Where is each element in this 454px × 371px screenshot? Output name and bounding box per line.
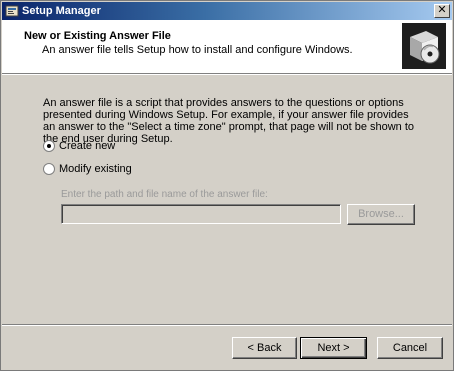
wizard-header: New or Existing Answer File An answer fi… [2,20,452,74]
page-subtitle: An answer file tells Setup how to instal… [42,44,353,56]
close-button[interactable]: ✕ [434,4,450,18]
description-text: An answer file is a script that provides… [43,97,415,145]
footer-divider [2,324,452,326]
radio-create-new-label: Create new [59,140,116,152]
setup-manager-app-icon [5,5,19,17]
window-title: Setup Manager [22,5,101,17]
title-bar[interactable]: Setup Manager ✕ [2,2,452,20]
radio-modify-existing-label: Modify existing [59,163,132,175]
setup-manager-window: Setup Manager ✕ New or Existing Answer F… [0,0,454,371]
answer-file-path-label: Enter the path and file name of the answ… [61,189,268,200]
radio-modify-existing[interactable]: Modify existing [43,163,163,177]
back-button[interactable]: < Back [232,337,297,359]
radio-selected-icon [43,140,55,152]
header-divider [2,74,452,75]
close-icon: ✕ [437,4,447,16]
next-button[interactable]: Next > [300,337,367,359]
browse-button[interactable]: Browse... [347,204,415,225]
answer-file-path-input[interactable] [61,204,341,224]
setup-box-disc-icon [402,23,446,69]
radio-create-new[interactable]: Create new [43,140,163,154]
page-title: New or Existing Answer File [24,30,171,42]
cancel-button[interactable]: Cancel [377,337,443,359]
radio-unselected-icon [43,163,55,175]
